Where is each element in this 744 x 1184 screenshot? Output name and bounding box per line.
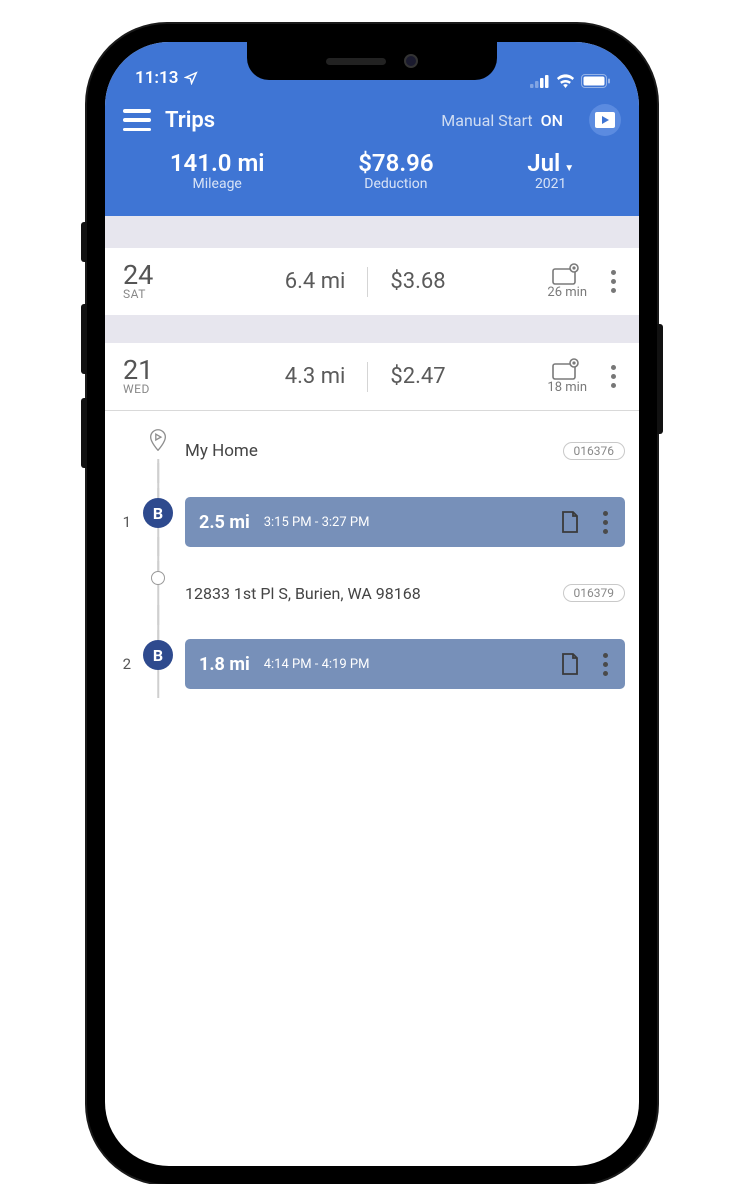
location-id-badge: 016376	[563, 442, 625, 460]
month-picker[interactable]: Jul ▼ 2021	[527, 150, 574, 192]
trip-row[interactable]: 1 B 2.5 mi 3:15 PM - 3:27 PM	[119, 497, 625, 547]
day-summary-row[interactable]: 21 WED 4.3 mi $2.47 18 min	[105, 343, 639, 410]
trip-times: 4:14 PM - 4:19 PM	[264, 657, 370, 672]
day-more-button[interactable]	[603, 270, 623, 293]
manual-start-value: ON	[541, 111, 563, 130]
trip-timeline: My Home 016376 1 B 2.5 mi 3:1	[105, 411, 639, 689]
map-pin-icon	[552, 358, 582, 380]
mileage-value: 141.0 mi	[170, 150, 265, 176]
day-miles: 6.4 mi	[263, 269, 368, 294]
app-header: Trips Manual Start ON 141.0 mi Mileage	[105, 94, 639, 216]
trip-row[interactable]: 2 B 1.8 mi 4:14 PM - 4:19 PM	[119, 639, 625, 689]
map-pin-icon	[552, 263, 582, 285]
deduction-label: Deduction	[358, 176, 433, 192]
trip-times: 3:15 PM - 3:27 PM	[264, 515, 370, 530]
day-amount: $2.47	[368, 364, 467, 389]
manual-start-label: Manual Start	[441, 111, 532, 130]
day-more-button[interactable]	[603, 365, 623, 388]
menu-icon[interactable]	[123, 109, 151, 131]
trip-index: 1	[119, 513, 131, 531]
month-value: Jul	[527, 150, 560, 176]
trip-note-button[interactable]	[559, 509, 581, 535]
month-year: 2021	[527, 176, 574, 192]
mileage-stat: 141.0 mi Mileage	[170, 150, 265, 192]
trip-note-button[interactable]	[559, 651, 581, 677]
tutorial-video-button[interactable]	[589, 104, 621, 136]
day-number: 21	[123, 357, 183, 384]
trip-index: 2	[119, 655, 131, 673]
section-gap	[105, 216, 639, 248]
waypoint-icon	[151, 571, 165, 585]
chevron-down-icon: ▼	[564, 163, 574, 174]
location-arrow-icon	[184, 71, 198, 85]
status-time: 11:13	[135, 68, 178, 88]
play-icon	[602, 116, 609, 124]
signal-icon	[530, 75, 550, 88]
day-amount: $3.68	[368, 269, 467, 294]
day-weekday: WED	[123, 382, 183, 396]
location-label[interactable]: My Home	[185, 441, 551, 461]
trip-type-badge: B	[143, 640, 173, 670]
trip-more-button[interactable]	[595, 511, 615, 534]
day-duration: 18 min	[547, 380, 587, 395]
trip-distance: 2.5 mi	[199, 512, 250, 533]
deduction-value: $78.96	[358, 150, 433, 176]
day-number: 24	[123, 262, 183, 289]
trip-more-button[interactable]	[595, 653, 615, 676]
document-icon	[560, 510, 580, 534]
section-gap	[105, 315, 639, 343]
location-label[interactable]: 12833 1st Pl S, Burien, WA 98168	[185, 584, 551, 603]
deduction-stat: $78.96 Deduction	[358, 150, 433, 192]
day-duration: 26 min	[547, 285, 587, 300]
trip-distance: 1.8 mi	[199, 654, 250, 675]
manual-start-toggle[interactable]: Manual Start ON	[441, 111, 563, 130]
page-title: Trips	[165, 108, 215, 133]
battery-icon	[581, 74, 611, 88]
location-id-badge: 016379	[563, 584, 625, 602]
trip-type-badge: B	[143, 498, 173, 528]
mileage-label: Mileage	[170, 176, 265, 192]
start-pin-icon	[147, 429, 169, 451]
day-summary-row[interactable]: 24 SAT 6.4 mi $3.68 26 min	[105, 248, 639, 315]
day-weekday: SAT	[123, 287, 183, 301]
document-icon	[560, 652, 580, 676]
day-map-button[interactable]: 18 min	[547, 358, 587, 395]
wifi-icon	[556, 74, 575, 88]
day-map-button[interactable]: 26 min	[547, 263, 587, 300]
day-miles: 4.3 mi	[263, 364, 368, 389]
